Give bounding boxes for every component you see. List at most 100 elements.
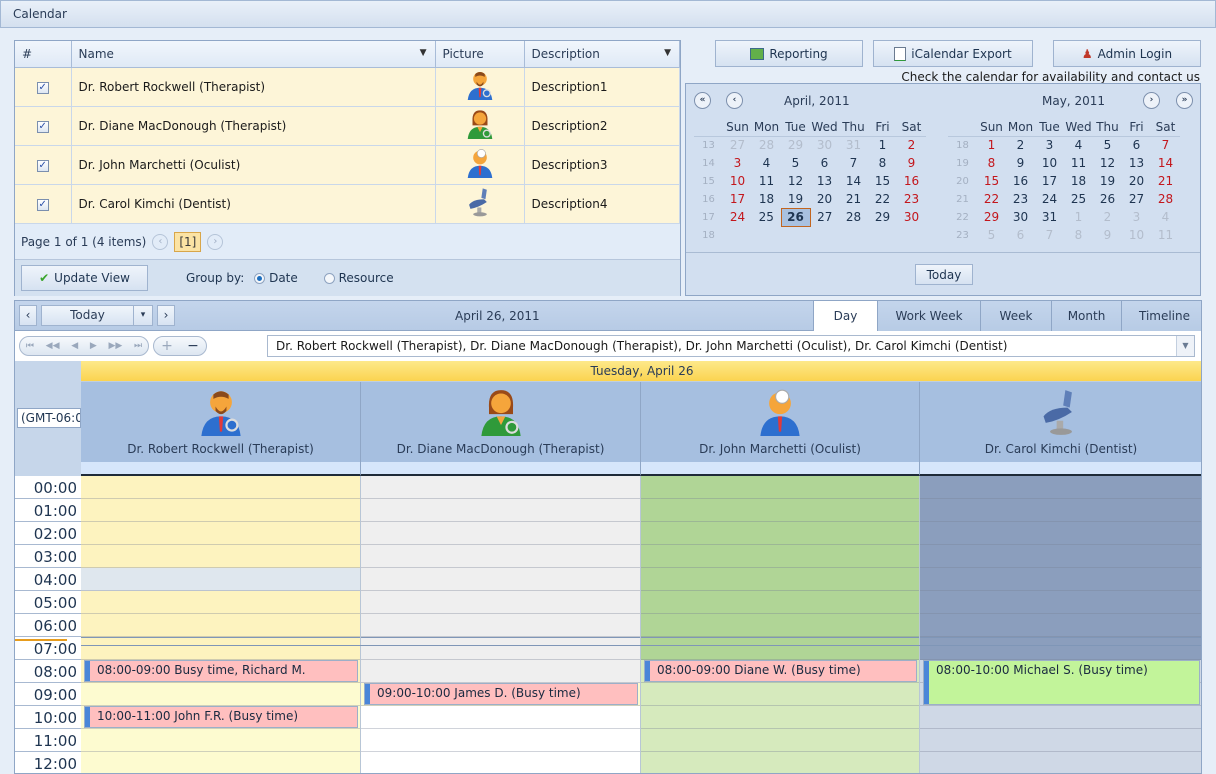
calendar-day[interactable]: 2 [1093,208,1122,226]
view-tab-month[interactable]: Month [1051,301,1121,331]
calendar-day[interactable]: 30 [1006,208,1035,226]
time-slot[interactable] [81,476,360,499]
calendar-day[interactable]: 31 [839,136,868,154]
calendar-day[interactable]: 16 [897,172,926,190]
time-slot[interactable] [641,637,919,660]
time-slot[interactable] [361,522,640,545]
calendar-day[interactable]: 9 [897,154,926,172]
time-slot[interactable] [920,614,1201,637]
navigator-today-button[interactable]: Today [915,264,973,285]
prev-page-icon[interactable]: ◀◀ [46,341,60,351]
time-slot[interactable] [920,476,1201,499]
calendar-day[interactable]: 1 [868,136,897,154]
appointment[interactable]: 09:00-10:00 James D. (Busy time) [364,683,638,705]
calendar-day[interactable]: 12 [781,172,810,190]
time-slot[interactable] [641,591,919,614]
calendar-day[interactable]: 29 [781,136,810,154]
calendar-day[interactable]: 1 [1064,208,1093,226]
next-year-button[interactable]: » [1176,92,1193,109]
calendar-day[interactable]: 13 [810,172,839,190]
time-slot[interactable] [361,591,640,614]
calendar-day[interactable]: 3 [1122,208,1151,226]
view-tab-day[interactable]: Day [813,301,877,331]
calendar-day[interactable]: 30 [810,136,839,154]
time-slot[interactable] [361,545,640,568]
all-day-area[interactable] [81,462,361,476]
time-slot[interactable] [81,729,360,752]
chevron-down-icon[interactable]: ▾ [133,305,153,326]
calendar-day[interactable]: 14 [1151,154,1180,172]
calendar-day[interactable]: 19 [781,190,810,208]
calendar-day[interactable]: 27 [810,208,839,226]
next-page-icon[interactable]: ▶▶ [108,341,122,351]
time-slot[interactable] [641,476,919,499]
row-checkbox[interactable]: ✓ [36,160,49,172]
calendar-day[interactable]: 2 [1006,136,1035,154]
appointment[interactable]: 08:00-10:00 Michael S. (Busy time) [923,660,1200,705]
prev-year-button[interactable]: « [694,92,711,109]
calendar-day[interactable]: 7 [1035,226,1064,244]
calendar-day[interactable]: 6 [1006,226,1035,244]
time-slot[interactable] [920,499,1201,522]
grid-row[interactable]: ✓ Dr. Robert Rockwell (Therapist) Descri… [15,67,680,107]
calendar-day[interactable]: 7 [1151,136,1180,154]
time-slot[interactable] [361,476,640,499]
calendar-day[interactable]: 11 [752,172,781,190]
time-slot[interactable] [920,637,1201,660]
column-header-picture[interactable]: Picture [435,41,525,68]
today-dropdown-button[interactable]: Today [41,305,134,326]
calendar-day[interactable]: 23 [897,190,926,208]
calendar-day[interactable]: 13 [1122,154,1151,172]
calendar-day[interactable]: 27 [1122,190,1151,208]
decrease-icon[interactable]: − [187,338,199,354]
calendar-day[interactable]: 26 [780,207,811,227]
time-slot[interactable] [920,522,1201,545]
all-day-area[interactable] [641,462,920,476]
time-slot[interactable] [81,499,360,522]
filter-icon[interactable]: ▼ [664,48,671,58]
calendar-day[interactable]: 18 [1064,172,1093,190]
time-slot[interactable] [641,729,919,752]
calendar-day[interactable]: 4 [1064,136,1093,154]
calendar-day[interactable]: 15 [868,172,897,190]
calendar-day[interactable]: 1 [977,136,1006,154]
time-slot[interactable] [81,683,360,706]
grid-row[interactable]: ✓ Dr. Diane MacDonough (Therapist) Descr… [15,106,680,146]
calendar-day[interactable]: 29 [868,208,897,226]
time-slot[interactable] [920,729,1201,752]
pager-prev-button[interactable]: ‹ [152,233,169,250]
calendar-day[interactable]: 28 [1151,190,1180,208]
time-slot[interactable] [81,568,360,591]
time-slot[interactable] [361,568,640,591]
time-slot[interactable] [361,706,640,729]
calendar-day[interactable]: 8 [1064,226,1093,244]
prev-period-button[interactable]: ‹ [19,305,37,326]
view-tab-week[interactable]: Week [980,301,1051,331]
calendar-day[interactable]: 19 [1093,172,1122,190]
time-slot[interactable] [81,591,360,614]
calendar-day[interactable]: 25 [752,208,781,226]
pager-next-button[interactable]: › [207,233,224,250]
calendar-day[interactable]: 26 [1093,190,1122,208]
time-slot[interactable] [641,499,919,522]
dropdown-arrow-icon[interactable]: ▼ [1176,336,1194,356]
time-slot[interactable] [81,752,360,773]
prev-month-button[interactable]: ‹ [726,92,743,109]
time-slot[interactable] [361,614,640,637]
grid-row[interactable]: ✓ Dr. John Marchetti (Oculist) Descripti… [15,145,680,185]
time-slot[interactable] [920,752,1201,773]
column-header-description[interactable]: Description ▼ [524,41,680,68]
view-tab-timeline[interactable]: Timeline [1121,301,1201,331]
calendar-day[interactable]: 6 [1122,136,1151,154]
time-slot[interactable] [641,568,919,591]
all-day-area[interactable] [361,462,641,476]
time-slot[interactable] [641,706,919,729]
time-slot[interactable] [81,522,360,545]
appointment[interactable]: 10:00-11:00 John F.R. (Busy time) [84,706,358,728]
timezone-select[interactable]: (GMT-06:00 [17,408,81,428]
time-slot[interactable] [920,591,1201,614]
pager-current-page[interactable]: [1] [174,231,202,252]
last-icon[interactable]: ⏭ [134,341,142,351]
calendar-day[interactable]: 10 [723,172,752,190]
calendar-day[interactable]: 4 [1151,208,1180,226]
